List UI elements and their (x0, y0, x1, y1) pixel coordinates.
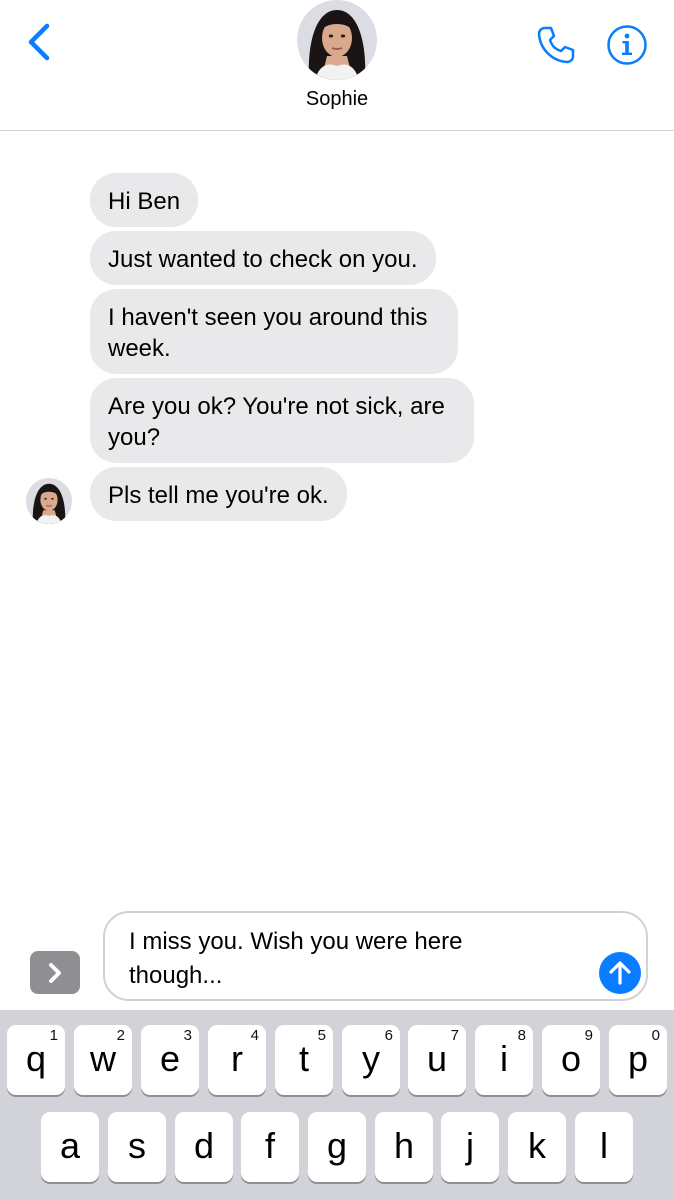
key-label: d (193, 1125, 215, 1166)
info-icon (607, 25, 647, 65)
conversation-header: Sophie (0, 0, 674, 131)
key-label: f (264, 1125, 275, 1166)
key-label: i (500, 1038, 508, 1079)
message-input-text[interactable]: I miss you. Wish you were here though... (129, 925, 549, 993)
key-label: r (231, 1038, 243, 1079)
key-o[interactable]: 9 o (542, 1025, 600, 1095)
key-label: g (326, 1125, 348, 1166)
back-button[interactable] (18, 20, 58, 64)
key-label: k (528, 1125, 546, 1166)
message-input[interactable]: I miss you. Wish you were here though... (103, 911, 648, 1001)
key-label: o (560, 1038, 582, 1079)
key-label: y (362, 1038, 380, 1079)
key-q[interactable]: 1 q (7, 1025, 65, 1095)
key-label: l (600, 1125, 608, 1166)
arrow-up-icon (609, 961, 631, 985)
key-k[interactable]: k (508, 1112, 566, 1182)
key-s[interactable]: s (108, 1112, 166, 1182)
contact-avatar[interactable] (297, 0, 377, 80)
key-r[interactable]: 4 r (208, 1025, 266, 1095)
messages-screen: Sophie Hi Ben Just wanted to check on yo… (0, 0, 674, 1200)
keyboard: 1 q 2 w 3 e 4 r 5 t 6 y 7 u 8 i 9 o 0 p … (0, 1010, 674, 1200)
key-label: h (393, 1125, 415, 1166)
key-label: a (59, 1125, 81, 1166)
apps-expand-button[interactable] (30, 951, 80, 994)
key-g[interactable]: g (308, 1112, 366, 1182)
key-label: e (159, 1038, 181, 1079)
key-label: w (90, 1038, 116, 1079)
key-j[interactable]: j (441, 1112, 499, 1182)
key-y[interactable]: 6 y (342, 1025, 400, 1095)
key-a[interactable]: a (41, 1112, 99, 1182)
message-bubble-incoming[interactable]: Just wanted to check on you. (90, 231, 436, 285)
chevron-right-icon (49, 962, 61, 983)
key-d[interactable]: d (175, 1112, 233, 1182)
phone-icon (537, 26, 575, 64)
message-bubble-incoming[interactable]: Hi Ben (90, 173, 199, 227)
key-label: u (426, 1038, 448, 1079)
key-e[interactable]: 3 e (141, 1025, 199, 1095)
key-w[interactable]: 2 w (74, 1025, 132, 1095)
chevron-left-icon (28, 23, 50, 61)
call-button[interactable] (532, 22, 580, 68)
message-bubble-incoming[interactable]: Pls tell me you're ok. (90, 467, 347, 521)
message-bubble-incoming[interactable]: I haven't seen you around this week. (90, 289, 458, 374)
message-bubble-incoming[interactable]: Are you ok? You're not sick, are you? (90, 378, 474, 463)
avatar (297, 0, 377, 80)
key-label: j (466, 1125, 474, 1166)
sender-avatar (26, 478, 72, 524)
key-label: p (627, 1038, 649, 1079)
key-t[interactable]: 5 t (275, 1025, 333, 1095)
contact-name[interactable]: Sophie (0, 88, 674, 111)
key-p[interactable]: 0 p (609, 1025, 667, 1095)
key-label: q (25, 1038, 47, 1079)
key-u[interactable]: 7 u (408, 1025, 466, 1095)
avatar (26, 478, 72, 524)
key-h[interactable]: h (375, 1112, 433, 1182)
send-button[interactable] (599, 952, 641, 994)
key-label: t (298, 1038, 309, 1079)
info-button[interactable] (603, 22, 651, 68)
key-l[interactable]: l (575, 1112, 633, 1182)
key-i[interactable]: 8 i (475, 1025, 533, 1095)
key-label: s (128, 1125, 146, 1166)
key-f[interactable]: f (241, 1112, 299, 1182)
